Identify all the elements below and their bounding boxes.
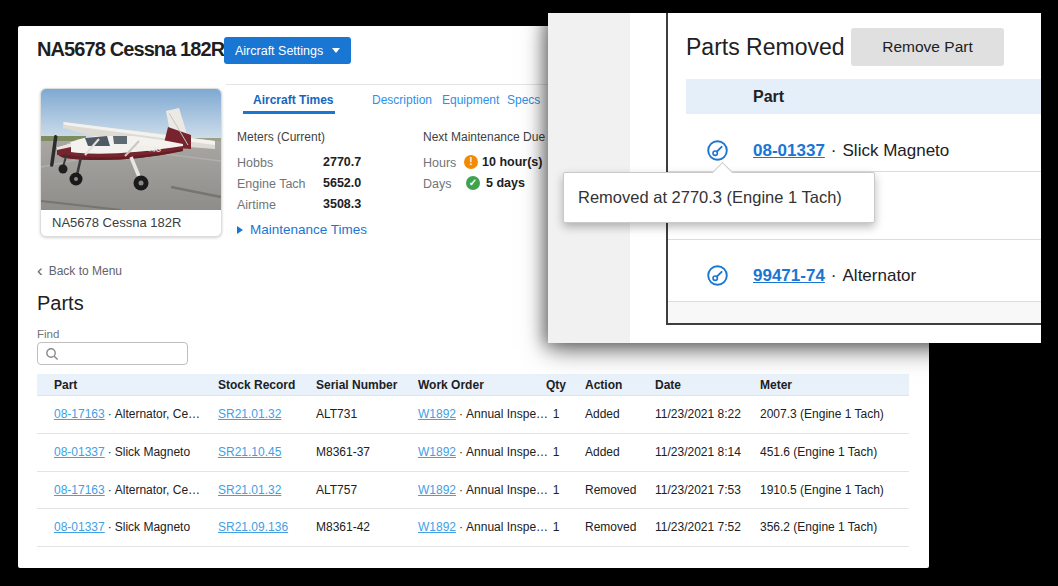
meter-label-hobbs: Hobbs (237, 156, 273, 170)
meters-heading: Meters (Current) (237, 130, 325, 144)
partial-row (668, 302, 1041, 323)
table-row: 08-17163·Alternator, Ce… SR21.01.32 ALT7… (37, 472, 909, 510)
meter-label-engine-tach: Engine Tach (237, 177, 306, 191)
work-order-link[interactable]: W1892 (418, 520, 456, 534)
back-to-menu-link[interactable]: ‹ Back to Menu (37, 264, 122, 278)
parts-removed-heading: Parts Removed (686, 34, 845, 61)
due-value-hours: 10 hour(s) (482, 155, 542, 169)
work-order-link[interactable]: W1892 (418, 483, 456, 497)
gauge-icon (706, 139, 729, 162)
search-icon (45, 347, 59, 361)
stock-record-link[interactable]: SR21.10.45 (218, 445, 281, 459)
photo-caption: NA5678 Cessna 182R (52, 215, 181, 230)
search-box (37, 342, 188, 365)
parts-removed-panel: Parts Removed Remove Part Part 08-01337·… (548, 13, 1041, 343)
next-due-heading: Next Maintenance Due (423, 130, 545, 144)
remove-part-button[interactable]: Remove Part (851, 28, 1004, 66)
work-order-link[interactable]: W1892 (418, 445, 456, 459)
check-icon: ✓ (466, 176, 480, 190)
tab-equipment[interactable]: Equipment (442, 93, 499, 107)
part-link[interactable]: 08-17163 (54, 407, 105, 421)
triangle-right-icon (237, 226, 243, 234)
meter-value-airtime: 3508.3 (323, 197, 361, 211)
chevron-left-icon: ‹ (37, 265, 43, 277)
due-label-days: Days (423, 177, 451, 191)
removed-part-link[interactable]: 99471-74 (753, 266, 825, 285)
part-link[interactable]: 08-01337 (54, 520, 105, 534)
page-title: NA5678 Cessna 182R (37, 38, 224, 61)
parts-table-header: Part Stock Record Serial Number Work Ord… (37, 374, 909, 396)
chevron-down-icon (332, 48, 340, 53)
table-row: 08-01337·Slick Magneto SR21.09.136 M8361… (37, 509, 909, 547)
meter-value-hobbs: 2770.7 (323, 155, 361, 169)
part-link[interactable]: 08-01337 (54, 445, 105, 459)
desktop-background: NA5678 Cessna 182R Aircraft Settings (0, 0, 1058, 586)
table-row: 08-17163·Alternator, Ce… SR21.01.32 ALT7… (37, 396, 909, 434)
tab-description[interactable]: Description (372, 93, 432, 107)
warning-icon: ! (464, 155, 478, 169)
tab-aircraft-times[interactable]: Aircraft Times (253, 93, 333, 107)
aircraft-settings-button[interactable]: Aircraft Settings (224, 37, 351, 64)
parts-table: Part Stock Record Serial Number Work Ord… (37, 374, 909, 547)
parts-heading: Parts (37, 292, 84, 315)
modal-table-header: Part (686, 79, 1041, 114)
stock-record-link[interactable]: SR21.09.136 (218, 520, 288, 534)
stock-record-link[interactable]: SR21.01.32 (218, 483, 281, 497)
work-order-link[interactable]: W1892 (418, 407, 456, 421)
due-value-days: 5 days (486, 176, 525, 190)
stock-record-link[interactable]: SR21.01.32 (218, 407, 281, 421)
aircraft-photo-card: N4723G NA5678 Cessna 182R (40, 88, 222, 237)
tab-specs[interactable]: Specs (507, 93, 540, 107)
table-row: 08-01337·Slick Magneto SR21.10.45 M8361-… (37, 434, 909, 472)
aircraft-photo: N4723G (41, 89, 221, 210)
maintenance-times-link[interactable]: Maintenance Times (237, 222, 367, 237)
active-tab-underline (243, 111, 335, 114)
part-link[interactable]: 08-17163 (54, 483, 105, 497)
find-label: Find (37, 328, 59, 340)
removed-part-link[interactable]: 08-01337 (753, 141, 825, 160)
due-label-hours: Hours (423, 156, 456, 170)
meter-value-engine-tach: 5652.0 (323, 176, 361, 190)
tabbar-divider (226, 84, 556, 85)
meter-label-airtime: Airtime (237, 198, 276, 212)
gauge-icon (706, 264, 729, 287)
search-input[interactable] (64, 344, 184, 363)
